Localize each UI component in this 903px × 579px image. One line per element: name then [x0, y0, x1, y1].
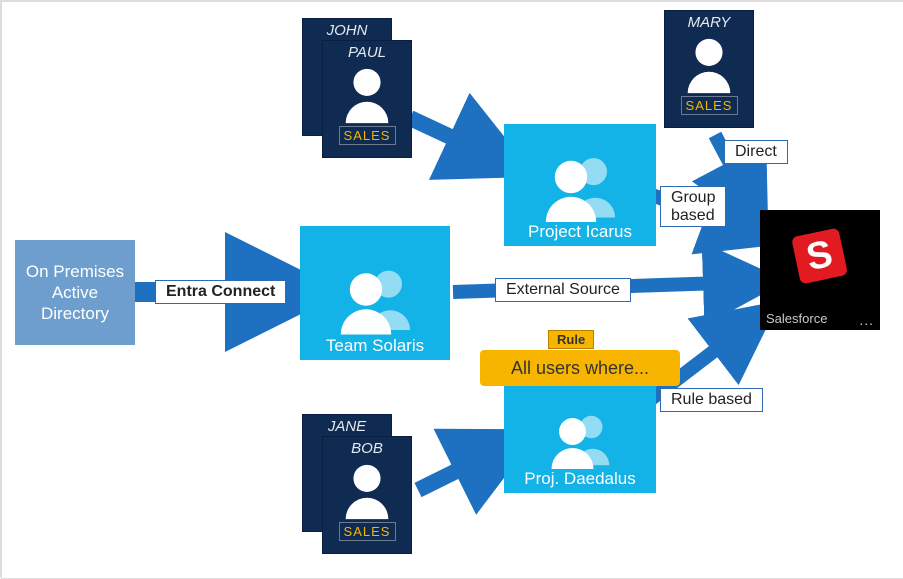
rule-body: All users where...: [480, 350, 680, 386]
salesforce-icon: S: [790, 228, 850, 288]
app-tile-salesforce[interactable]: S Salesforce ...: [760, 210, 880, 330]
group-solaris-label: Team Solaris: [326, 336, 424, 356]
group-proj-daedalus: Proj. Daedalus: [504, 384, 656, 493]
user-jane-name: JANE: [303, 415, 391, 435]
group-icarus-label: Project Icarus: [528, 222, 632, 242]
user-mary-name: MARY: [665, 11, 753, 31]
group-project-icarus: Project Icarus: [504, 124, 656, 246]
rule-tag: Rule: [548, 330, 594, 349]
label-group-based: Group based: [660, 186, 726, 227]
user-bob-dept: SALES: [340, 523, 395, 540]
group-team-solaris: Team Solaris: [300, 226, 450, 360]
group-daedalus-label: Proj. Daedalus: [524, 469, 636, 489]
on-premises-ad-box: On Premises Active Directory: [15, 240, 135, 345]
app-more-dots-icon[interactable]: ...: [859, 312, 874, 328]
label-entra-connect: Entra Connect: [155, 280, 286, 304]
user-card-paul: PAUL SALES: [322, 40, 412, 158]
user-paul-name: PAUL: [323, 41, 411, 61]
user-john-name: JOHN: [303, 19, 391, 39]
label-direct: Direct: [724, 140, 788, 164]
user-card-mary: MARY SALES: [664, 10, 754, 128]
app-name: Salesforce: [766, 311, 827, 326]
user-card-bob: BOB SALES: [322, 436, 412, 554]
user-paul-dept: SALES: [340, 127, 395, 144]
label-external-source: External Source: [495, 278, 631, 302]
label-rule-based: Rule based: [660, 388, 763, 412]
user-mary-dept: SALES: [682, 97, 737, 114]
user-bob-name: BOB: [323, 437, 411, 457]
